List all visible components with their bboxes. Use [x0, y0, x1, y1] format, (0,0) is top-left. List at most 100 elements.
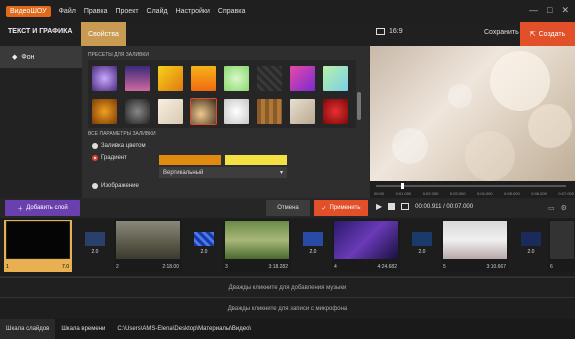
menu-settings[interactable]: Настройки	[176, 8, 210, 15]
transition-2[interactable]: 2.0	[193, 232, 215, 262]
play-icon[interactable]: ▶	[376, 202, 382, 211]
tick-label: 0:06.000	[531, 191, 547, 196]
preset-swatch[interactable]	[92, 99, 117, 124]
tick-label: 0:02.000	[422, 191, 439, 196]
tab-text-graphics[interactable]: ТЕКСТ И ГРАФИКА	[8, 28, 72, 35]
preset-swatch[interactable]	[92, 66, 117, 91]
layer-item-background[interactable]: ◆ Фон	[0, 46, 82, 68]
preset-swatch[interactable]	[191, 66, 216, 91]
slide-duration: 4:24.682	[377, 264, 397, 270]
tab-time-scale[interactable]: Шкала времени	[55, 319, 111, 339]
transition-1[interactable]: 2.0	[84, 232, 106, 262]
preset-swatch[interactable]	[257, 66, 282, 91]
transition-duration: 2.0	[309, 249, 317, 255]
radio-label: Заливка цветом	[101, 143, 146, 149]
mic-hint: Дважды кликните для записи с микрофона	[227, 306, 348, 312]
export-icon: ⇱	[529, 31, 536, 38]
stop-icon[interactable]	[388, 203, 396, 210]
slide-number: 1	[6, 264, 9, 270]
preset-swatch[interactable]	[290, 99, 315, 124]
preset-swatch[interactable]	[323, 99, 348, 124]
menu-help[interactable]: Справка	[218, 8, 245, 15]
fullscreen-icon[interactable]	[401, 203, 410, 210]
slide-number: 5	[443, 264, 446, 270]
radio-fill-color[interactable]: Заливка цветом	[92, 143, 146, 149]
cancel-button[interactable]: Отмена	[266, 200, 310, 216]
menu-project[interactable]: Проект	[115, 8, 138, 15]
preview-timeline[interactable]: 00:00 0:01.000 0:02.000 0:03.000 0:04.00…	[370, 181, 575, 198]
tab-properties[interactable]: Свойства	[81, 22, 126, 46]
transition-icon	[521, 232, 541, 246]
preset-swatch[interactable]	[290, 66, 315, 91]
music-hint: Дважды кликните для добавления музыки	[228, 285, 347, 291]
apply-button[interactable]: ✓ Применить	[314, 200, 368, 216]
slide-thumb-3[interactable]: 3 3:18.282	[223, 220, 291, 272]
check-icon: ✓	[321, 205, 327, 212]
preset-swatch[interactable]	[224, 99, 249, 124]
slide-thumb-6[interactable]: 6	[548, 220, 575, 272]
create-label: Создать	[538, 30, 566, 38]
slide-thumb-1[interactable]: 1 7.0	[4, 220, 72, 272]
gradient-color-1[interactable]	[159, 155, 221, 165]
slide-thumb-4[interactable]: 4 4:24.682	[332, 220, 400, 272]
slide-duration: 3:10.667	[486, 264, 506, 270]
gradient-color-2[interactable]	[225, 155, 287, 165]
add-layer-label: Добавить слой	[26, 205, 68, 211]
minimize-button[interactable]: —	[529, 5, 538, 15]
transition-icon	[85, 232, 105, 246]
preset-swatch[interactable]	[125, 66, 150, 91]
aspect-ratio-label: 16:9	[389, 28, 403, 35]
menu-slide[interactable]: Слайд	[147, 8, 168, 15]
slide-number: 2	[116, 264, 119, 270]
preset-swatch[interactable]	[323, 66, 348, 91]
preset-swatch[interactable]	[257, 99, 282, 124]
transition-4[interactable]: 2.0	[411, 232, 433, 262]
slide-image	[6, 221, 70, 259]
radio-gradient[interactable]: Градиент	[92, 155, 127, 161]
slide-duration: 2:18.00	[162, 264, 179, 270]
tick-label: 0:03.000	[449, 191, 466, 196]
gradient-type-select[interactable]: Вертикальный ▾	[159, 167, 287, 178]
slide-thumb-2[interactable]: 2 2:18.00	[114, 220, 182, 272]
slide-image	[225, 221, 289, 259]
playhead[interactable]	[401, 183, 404, 189]
transition-5[interactable]: 2.0	[520, 232, 542, 262]
create-button[interactable]: ⇱ Создать	[520, 22, 575, 46]
transition-3[interactable]: 2.0	[302, 232, 324, 262]
layer-label: Фон	[21, 53, 35, 61]
tick-label: 0:05.000	[504, 191, 520, 196]
radio-image[interactable]: Изображение	[92, 183, 139, 189]
preset-swatch[interactable]	[158, 99, 183, 124]
slide-number: 4	[334, 264, 337, 270]
view-icons: ▭ ⚙	[548, 204, 567, 212]
close-button[interactable]: ✕	[561, 5, 569, 15]
layout-icon[interactable]: ▭	[548, 204, 555, 212]
maximize-button[interactable]: □	[547, 5, 552, 15]
radio-button	[92, 143, 98, 149]
presets-scrollbar[interactable]	[357, 92, 361, 120]
params-title: ВСЕ ПАРАМЕТРЫ ЗАЛИВКИ	[88, 131, 156, 137]
radio-button-selected	[92, 155, 98, 161]
preset-swatch-selected[interactable]	[190, 98, 217, 125]
settings-icon[interactable]: ⚙	[561, 204, 567, 212]
preset-swatch[interactable]	[158, 66, 183, 91]
add-layer-button[interactable]: ＋ Добавить слой	[5, 200, 80, 216]
radio-button	[92, 183, 98, 189]
transition-duration: 2.0	[200, 249, 208, 255]
music-track[interactable]: Дважды кликните для добавления музыки	[0, 277, 575, 297]
preset-swatch[interactable]	[224, 66, 249, 91]
tick-label: 0:01.000	[395, 191, 412, 196]
window-controls: — □ ✕	[529, 5, 569, 15]
gradient-type-value: Вертикальный	[163, 169, 204, 176]
tab-slides-scale[interactable]: Шкала слайдов	[0, 319, 56, 339]
chevron-down-icon: ▾	[279, 170, 283, 176]
slide-thumb-5[interactable]: 5 3:10.667	[441, 220, 509, 272]
save-button[interactable]: Сохранить	[484, 29, 519, 36]
fill-bucket-icon: ◆	[12, 54, 18, 61]
menu-file[interactable]: Файл	[59, 8, 76, 15]
preset-swatch[interactable]	[125, 99, 150, 124]
preview-area	[370, 46, 575, 181]
menu-edit[interactable]: Правка	[84, 8, 108, 15]
aspect-ratio-selector[interactable]: 16:9	[376, 28, 403, 35]
mic-track[interactable]: Дважды кликните для записи с микрофона	[0, 297, 575, 319]
